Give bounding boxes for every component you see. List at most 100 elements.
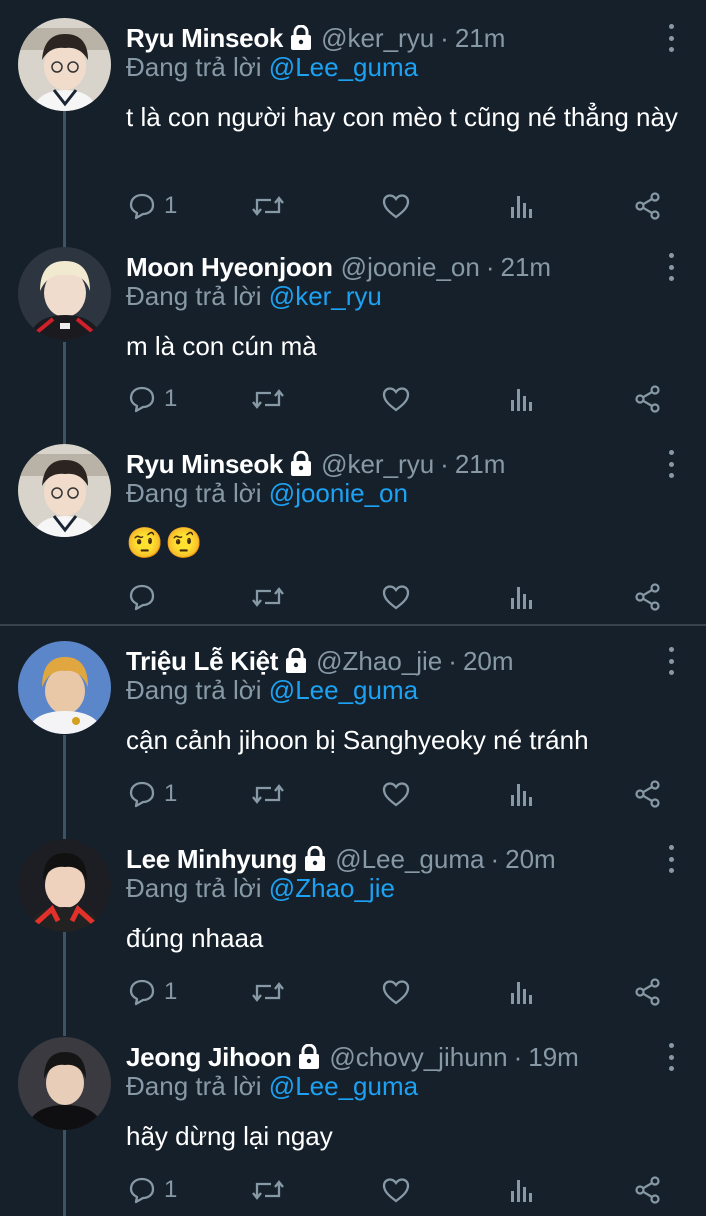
like-icon (382, 1178, 410, 1203)
display-name[interactable]: Moon Hyeonjoon (126, 252, 333, 283)
reply-button[interactable]: 1 (128, 1172, 177, 1208)
share-button[interactable] (634, 1172, 662, 1208)
analytics-icon (511, 587, 532, 609)
reply-prefix: Đang trả lời (126, 478, 262, 508)
avatar[interactable] (18, 247, 111, 340)
like-icon (382, 585, 410, 610)
reply-prefix: Đang trả lời (126, 1071, 262, 1101)
analytics-button[interactable] (510, 776, 534, 812)
tweet[interactable]: Triệu Lễ Kiệt @Zhao_jie · 20m Đang trả l… (0, 641, 706, 821)
like-icon (382, 782, 410, 807)
like-button[interactable] (382, 974, 410, 1010)
reply-mention-link[interactable]: @Lee_guma (269, 675, 418, 705)
timestamp[interactable]: 21m (455, 449, 506, 480)
retweet-button[interactable] (252, 974, 284, 1010)
tweet[interactable]: Lee Minhyung @Lee_guma · 20m Đang trả lờ… (0, 839, 706, 1019)
reply-mention-link[interactable]: @Zhao_jie (269, 873, 395, 903)
retweet-icon (252, 389, 284, 409)
user-handle[interactable]: @Zhao_jie (316, 646, 442, 677)
retweet-button[interactable] (252, 188, 284, 224)
analytics-button[interactable] (510, 1172, 534, 1208)
like-button[interactable] (382, 188, 410, 224)
avatar[interactable] (18, 839, 111, 932)
tweet[interactable]: Moon Hyeonjoon @joonie_on · 21m Đang trả… (0, 247, 706, 427)
tweet-text: m là con cún mà (126, 331, 317, 361)
timestamp[interactable]: 21m (501, 252, 552, 283)
timestamp[interactable]: 20m (463, 646, 514, 677)
reply-context: Đang trả lời @ker_ryu (126, 281, 382, 312)
display-name[interactable]: Ryu Minseok (126, 449, 283, 480)
reply-mention-link[interactable]: @ker_ryu (269, 281, 382, 311)
lock-icon (297, 1043, 321, 1070)
more-vertical-icon[interactable] (664, 647, 678, 675)
user-handle[interactable]: @Lee_guma (335, 844, 484, 875)
reply-button[interactable]: 1 (128, 381, 177, 417)
like-button[interactable] (382, 776, 410, 812)
analytics-button[interactable] (510, 188, 534, 224)
separator: · (440, 448, 449, 479)
retweet-icon (252, 1180, 284, 1200)
reply-mention-link[interactable]: @Lee_guma (269, 52, 418, 82)
user-handle[interactable]: @chovy_jihunn (329, 1042, 507, 1073)
reply-mention-link[interactable]: @Lee_guma (269, 1071, 418, 1101)
tweet[interactable]: Jeong Jihoon @chovy_jihunn · 19m Đang tr… (0, 1037, 706, 1216)
display-name[interactable]: Jeong Jihoon (126, 1042, 292, 1073)
share-button[interactable] (634, 381, 662, 417)
avatar[interactable] (18, 1037, 111, 1130)
analytics-icon (511, 196, 532, 218)
user-handle[interactable]: @ker_ryu (321, 23, 434, 54)
retweet-button[interactable] (252, 579, 284, 615)
reply-count: 1 (164, 192, 178, 219)
more-vertical-icon[interactable] (664, 450, 678, 478)
display-name[interactable]: Lee Minhyung (126, 844, 297, 875)
reply-prefix: Đang trả lời (126, 281, 262, 311)
share-icon (635, 385, 660, 413)
user-handle[interactable]: @ker_ryu (321, 449, 434, 480)
more-vertical-icon[interactable] (664, 253, 678, 281)
retweet-button[interactable] (252, 776, 284, 812)
retweet-icon (252, 784, 284, 804)
timestamp[interactable]: 21m (455, 23, 506, 54)
retweet-button[interactable] (252, 1172, 284, 1208)
share-button[interactable] (634, 974, 662, 1010)
tweet-text: cận cảnh jihoon bị Sanghyeoky né tránh (126, 725, 589, 755)
avatar[interactable] (18, 18, 111, 111)
timestamp[interactable]: 20m (505, 844, 556, 875)
like-button[interactable] (382, 1172, 410, 1208)
tweet[interactable]: Ryu Minseok @ker_ryu · 21m Đang trả lời … (0, 444, 706, 624)
like-icon (382, 387, 410, 412)
reply-button[interactable]: 1 (128, 974, 177, 1010)
action-bar: 1 (126, 381, 676, 417)
tweet[interactable]: Ryu Minseok @ker_ryu · 21m Đang trả lời … (0, 18, 706, 228)
reply-button[interactable] (128, 579, 164, 615)
avatar[interactable] (18, 444, 111, 537)
display-name[interactable]: Triệu Lễ Kiệt (126, 646, 278, 677)
analytics-button[interactable] (510, 381, 534, 417)
reply-icon (129, 584, 155, 611)
reply-button[interactable]: 1 (128, 776, 177, 812)
avatar[interactable] (18, 641, 111, 734)
reply-mention-link[interactable]: @joonie_on (269, 478, 408, 508)
reply-button[interactable]: 1 (128, 188, 177, 224)
analytics-button[interactable] (510, 974, 534, 1010)
share-button[interactable] (634, 188, 662, 224)
timestamp[interactable]: 19m (528, 1042, 579, 1073)
display-name[interactable]: Ryu Minseok (126, 23, 283, 54)
retweet-icon (252, 587, 284, 607)
like-icon (382, 194, 410, 219)
share-button[interactable] (634, 776, 662, 812)
separator: · (485, 251, 495, 282)
reply-context: Đang trả lời @joonie_on (126, 478, 408, 509)
more-vertical-icon[interactable] (664, 24, 678, 52)
like-button[interactable] (382, 381, 410, 417)
user-handle[interactable]: @joonie_on (341, 252, 480, 283)
separator: · (440, 22, 449, 53)
like-button[interactable] (382, 579, 410, 615)
more-vertical-icon[interactable] (664, 845, 678, 873)
action-bar: 1 (126, 188, 676, 224)
retweet-button[interactable] (252, 381, 284, 417)
analytics-button[interactable] (510, 579, 534, 615)
separator: · (448, 645, 457, 676)
more-vertical-icon[interactable] (664, 1043, 678, 1071)
share-button[interactable] (634, 579, 662, 615)
